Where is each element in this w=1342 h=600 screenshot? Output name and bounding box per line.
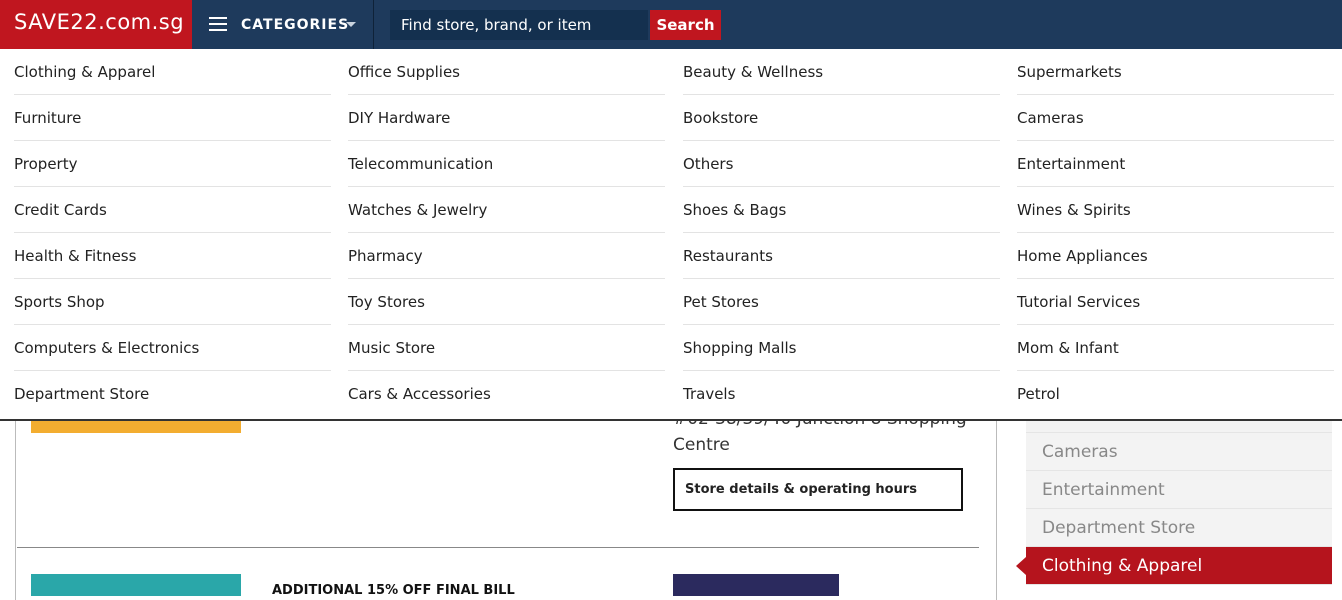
chevron-down-icon bbox=[346, 22, 356, 27]
category-item[interactable]: Shoes & Bags bbox=[683, 187, 1000, 233]
category-item[interactable]: Restaurants bbox=[683, 233, 1000, 279]
store-details-button[interactable]: Store details & operating hours bbox=[673, 468, 963, 511]
logo-text: SAVE22.com.sg bbox=[14, 10, 185, 34]
hamburger-icon bbox=[209, 17, 227, 31]
search-input[interactable] bbox=[390, 10, 648, 40]
category-item[interactable]: Travels bbox=[683, 371, 1000, 417]
sidebar-category-item-active[interactable]: Clothing & Apparel bbox=[1016, 547, 1332, 585]
categories-menu-button[interactable]: CATEGORIES bbox=[193, 0, 374, 49]
category-item[interactable]: Petrol bbox=[1017, 371, 1334, 417]
category-item[interactable]: Supermarkets bbox=[1017, 49, 1334, 95]
category-item[interactable]: Entertainment bbox=[1017, 141, 1334, 187]
search-button[interactable]: Search bbox=[650, 10, 721, 40]
category-item[interactable]: Office Supplies bbox=[348, 49, 665, 95]
category-item[interactable]: Mom & Infant bbox=[1017, 325, 1334, 371]
category-item[interactable]: Others bbox=[683, 141, 1000, 187]
store-logo[interactable] bbox=[673, 574, 839, 596]
category-item[interactable]: Property bbox=[14, 141, 331, 187]
promo-title[interactable]: ADDITIONAL 15% OFF FINAL BILL bbox=[272, 583, 515, 598]
category-item[interactable]: Bookstore bbox=[683, 95, 1000, 141]
top-navigation-bar: SAVE22.com.sg CATEGORIES Search bbox=[0, 0, 1342, 49]
category-item[interactable]: Pet Stores bbox=[683, 279, 1000, 325]
sidebar-category-item[interactable]: Department Store bbox=[1026, 509, 1332, 547]
category-item[interactable]: Telecommunication bbox=[348, 141, 665, 187]
category-item[interactable]: Sports Shop bbox=[14, 279, 331, 325]
category-item[interactable]: Toy Stores bbox=[348, 279, 665, 325]
category-item[interactable]: Computers & Electronics bbox=[14, 325, 331, 371]
category-item[interactable]: Pharmacy bbox=[348, 233, 665, 279]
categories-label: CATEGORIES bbox=[241, 17, 350, 33]
category-item[interactable]: Health & Fitness bbox=[14, 233, 331, 279]
category-item[interactable]: Home Appliances bbox=[1017, 233, 1334, 279]
category-item[interactable]: Department Store bbox=[14, 371, 331, 417]
category-item[interactable]: Credit Cards bbox=[14, 187, 331, 233]
sidebar-category-item[interactable]: Entertainment bbox=[1026, 471, 1332, 509]
address-line-2: Centre bbox=[673, 435, 730, 455]
category-item[interactable]: Tutorial Services bbox=[1017, 279, 1334, 325]
category-column-4: Supermarkets Cameras Entertainment Wines… bbox=[1017, 49, 1334, 417]
sidebar-category-item[interactable]: Cameras bbox=[1026, 433, 1332, 471]
category-item[interactable]: DIY Hardware bbox=[348, 95, 665, 141]
category-item[interactable]: Cars & Accessories bbox=[348, 371, 665, 417]
category-item[interactable]: Cameras bbox=[1017, 95, 1334, 141]
category-item[interactable]: Furniture bbox=[14, 95, 331, 141]
category-item[interactable]: Music Store bbox=[348, 325, 665, 371]
category-item[interactable]: Watches & Jewelry bbox=[348, 187, 665, 233]
listing-divider bbox=[17, 547, 979, 548]
promo-thumbnail[interactable] bbox=[31, 574, 241, 596]
category-column-1: Clothing & Apparel Furniture Property Cr… bbox=[14, 49, 331, 417]
category-column-3: Beauty & Wellness Bookstore Others Shoes… bbox=[683, 49, 1000, 417]
category-column-2: Office Supplies DIY Hardware Telecommuni… bbox=[348, 49, 665, 417]
category-item[interactable]: Clothing & Apparel bbox=[14, 49, 331, 95]
category-item[interactable]: Wines & Spirits bbox=[1017, 187, 1334, 233]
sidebar-category-list: Cameras Entertainment Department Store C… bbox=[1016, 395, 1332, 585]
site-logo[interactable]: SAVE22.com.sg bbox=[0, 0, 192, 49]
category-item[interactable]: Shopping Malls bbox=[683, 325, 1000, 371]
categories-dropdown: Clothing & Apparel Furniture Property Cr… bbox=[0, 49, 1342, 421]
category-item[interactable]: Beauty & Wellness bbox=[683, 49, 1000, 95]
